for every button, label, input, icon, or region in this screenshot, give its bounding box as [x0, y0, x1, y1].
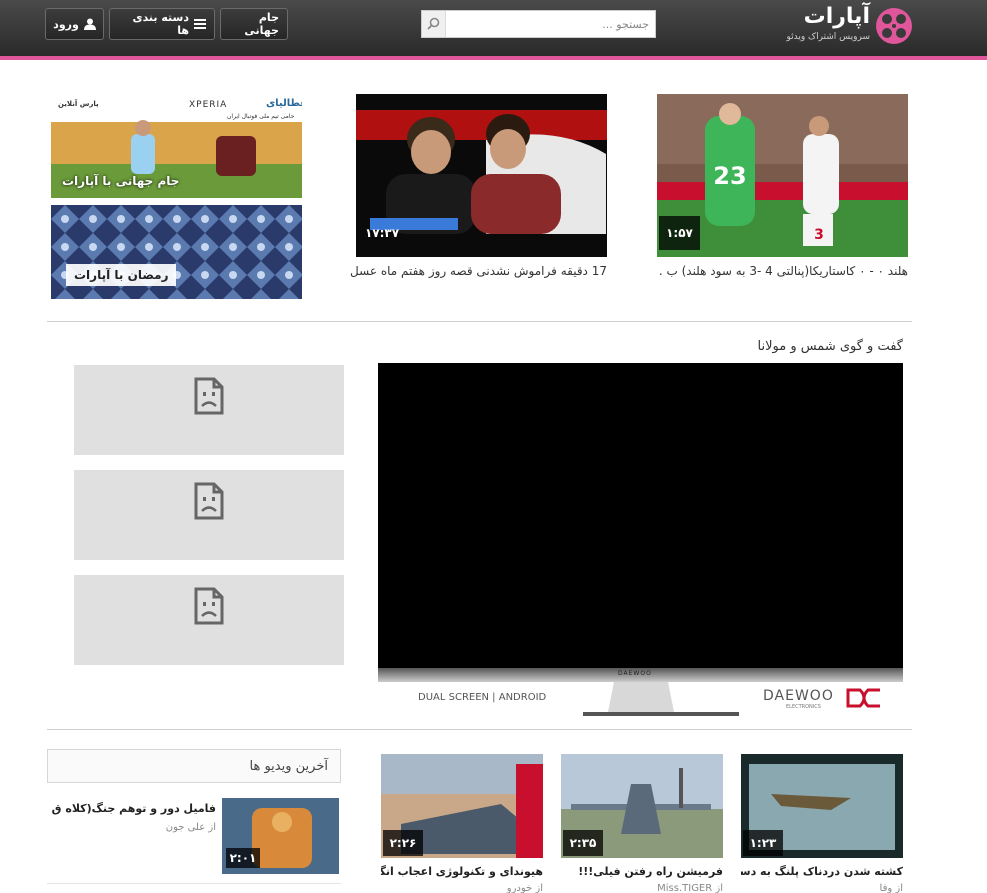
login-button[interactable]: ورود	[45, 8, 104, 40]
svg-text:23: 23	[713, 162, 746, 190]
world-cup-label: جام جهانی	[244, 11, 279, 37]
video-duration-badge: ۱:۲۳	[743, 830, 783, 856]
bottom-video-thumbnail[interactable]: ۲:۳۵	[561, 754, 723, 858]
bottom-video-thumbnail[interactable]: ۲:۲۶	[381, 754, 543, 858]
daewoo-logo-icon	[846, 688, 882, 712]
partner-brand-1: پارس آنلاین	[58, 100, 99, 108]
video-duration-badge: ۱۷:۳۷	[364, 226, 400, 240]
list-divider	[47, 883, 341, 884]
player-section-title: گفت و گوی شمس و مولانا	[757, 339, 903, 354]
categories-button[interactable]: دسته بندی ها	[109, 8, 215, 40]
daewoo-brand-text: DAEWOO	[763, 688, 834, 704]
video-duration-badge: ۲:۲۶	[383, 830, 423, 856]
latest-videos-header: آخرین ویدیو ها	[47, 749, 341, 783]
ad-placeholder[interactable]	[74, 365, 344, 455]
partner-brand-2: XPERIA	[189, 100, 228, 110]
video-duration-badge: ۲:۳۵	[563, 830, 603, 856]
tv-bezel: DAEWOO	[378, 668, 903, 682]
logo-text[interactable]: آپارات	[790, 4, 870, 34]
latest-video-thumbnail[interactable]: ۲:۰۱	[222, 798, 339, 874]
tv-bezel-brand: DAEWOO	[618, 670, 652, 677]
user-icon	[83, 18, 96, 30]
video-player[interactable]	[378, 363, 903, 668]
bottom-video-title[interactable]: هیوندای و تکنولوژی اعجاب انگیز..	[381, 865, 543, 881]
bottom-video-thumbnail[interactable]: ۱:۲۳	[741, 754, 903, 858]
search-box	[421, 10, 656, 38]
categories-label: دسته بندی ها	[132, 11, 189, 37]
promo-world-cup-banner[interactable]: پارس آنلاین XPERIA عطالیای حامی تیم ملی …	[51, 94, 302, 198]
logo-tagline: سرویس اشتراک ویدئو	[786, 32, 870, 42]
section-divider	[47, 321, 912, 322]
promo-subtitle: حامی تیم ملی فوتبال ایران	[227, 113, 295, 120]
world-cup-button[interactable]: جام جهانی	[220, 8, 288, 40]
featured-video-tvshow[interactable]: ۱۷:۳۷	[356, 94, 607, 257]
bottom-video-author[interactable]: از وفا	[741, 883, 903, 893]
search-icon	[427, 15, 440, 34]
svg-text:3: 3	[814, 227, 824, 243]
daewoo-brand-subtext: ELECTRONICS	[786, 704, 821, 710]
tv-advert-footer: DUAL SCREEN | ANDROID DAEWOO ELECTRONICS	[378, 682, 903, 716]
ad-placeholder[interactable]	[74, 575, 344, 665]
bottom-video-author[interactable]: از خودرو	[381, 883, 543, 893]
featured-video-title[interactable]: 17 دقیقه فراموش نشدنی قصه روز هفتم ماه ع…	[346, 264, 607, 282]
login-label: ورود	[53, 17, 79, 31]
featured-video-football[interactable]: 23 3 ۱:۵۷	[657, 94, 908, 257]
promo-label: رمضان با آپارات	[66, 264, 177, 286]
ad-placeholder[interactable]	[74, 470, 344, 560]
bottom-video-title[interactable]: کشته شدن دردناک پلنگ به دست..	[741, 865, 903, 881]
bottom-video-title[interactable]: فرمیشن راه رفتن فیلی!!!	[561, 865, 723, 881]
aparat-logo-icon[interactable]	[874, 6, 914, 46]
section-divider	[47, 729, 912, 730]
featured-video-title[interactable]: هلند ۰ - ۰ کاستاریکا(پنالتی 4 -3 به سود …	[652, 264, 908, 282]
broken-page-icon	[194, 482, 224, 536]
promo-ramadan-banner[interactable]: رمضان با آپارات	[51, 205, 302, 299]
search-button[interactable]	[422, 11, 446, 37]
partner-brand-3: عطالیای	[266, 98, 302, 109]
video-duration-badge: ۱:۵۷	[659, 216, 700, 250]
promo-label: جام جهانی با آپارات	[62, 174, 180, 188]
search-input[interactable]	[446, 11, 655, 37]
latest-video-author[interactable]: از علی جون	[47, 822, 216, 836]
video-duration-badge: ۲:۰۱	[226, 848, 260, 868]
list-icon	[194, 18, 206, 30]
android-brand-text: DUAL SCREEN | ANDROID	[418, 692, 547, 703]
navbar-accent-line	[0, 56, 987, 60]
latest-video-title[interactable]: فامیل دور و توهم جنگ(کلاه ق ..	[47, 802, 216, 818]
broken-page-icon	[194, 587, 224, 641]
bottom-video-author[interactable]: از Miss.TIGER	[561, 883, 723, 893]
broken-page-icon	[194, 377, 224, 431]
